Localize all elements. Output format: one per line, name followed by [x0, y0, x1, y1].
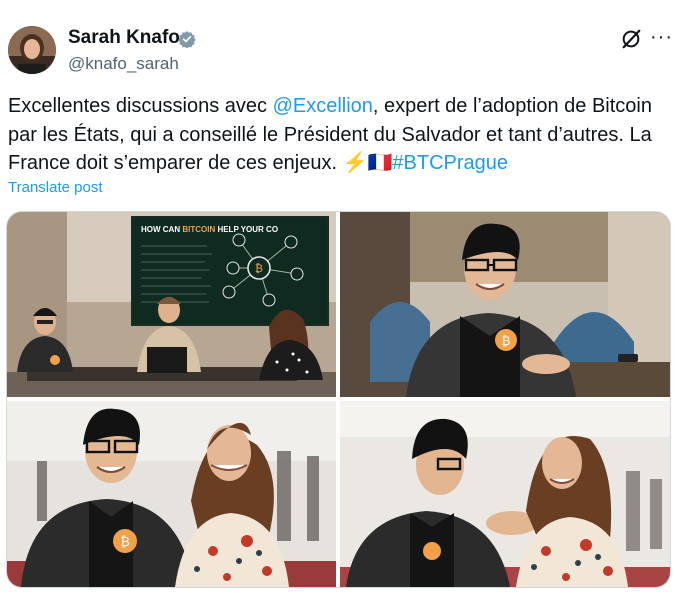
author-name[interactable]: Sarah Knafo: [68, 27, 180, 49]
verified-badge-icon: [178, 31, 196, 48]
mention-link[interactable]: @Excellion: [273, 95, 373, 117]
post-text: Excellentes discussions avec @Excellion,…: [8, 92, 668, 178]
emoji: ⚡🇫🇷: [342, 152, 393, 174]
svg-text:₿: ₿: [502, 334, 511, 348]
post-text-part: Excellentes discussions avec: [8, 95, 273, 117]
bitcoin-badge-icon: ₿: [255, 262, 263, 275]
slide-title-part: BITCOIN: [182, 225, 215, 234]
author-handle[interactable]: @knafo_sarah: [68, 54, 179, 74]
translate-post-link[interactable]: Translate post: [8, 179, 103, 196]
photo-2[interactable]: ₿: [340, 212, 670, 397]
hashtag-link[interactable]: #BTCPrague: [392, 152, 508, 174]
svg-text:₿: ₿: [120, 535, 130, 550]
slide-title-part: HOW CAN: [141, 225, 182, 234]
slide-title-part: HELP YOUR CO: [215, 225, 278, 234]
grok-icon[interactable]: [620, 28, 642, 50]
photo-1[interactable]: HOW CAN BITCOIN HELP YOUR CO ₿: [7, 212, 336, 397]
photo-4[interactable]: [340, 401, 670, 587]
more-icon[interactable]: ···: [650, 26, 673, 49]
svg-text:HOW CAN BITCOIN HELP YOUR CO: HOW CAN BITCOIN HELP YOUR CO: [141, 225, 278, 234]
avatar[interactable]: [8, 26, 56, 74]
media-grid: HOW CAN BITCOIN HELP YOUR CO ₿ ₿ ₿: [6, 211, 671, 588]
photo-3[interactable]: ₿: [7, 401, 336, 587]
post-header: Sarah Knafo @knafo_sarah ···: [8, 20, 674, 80]
